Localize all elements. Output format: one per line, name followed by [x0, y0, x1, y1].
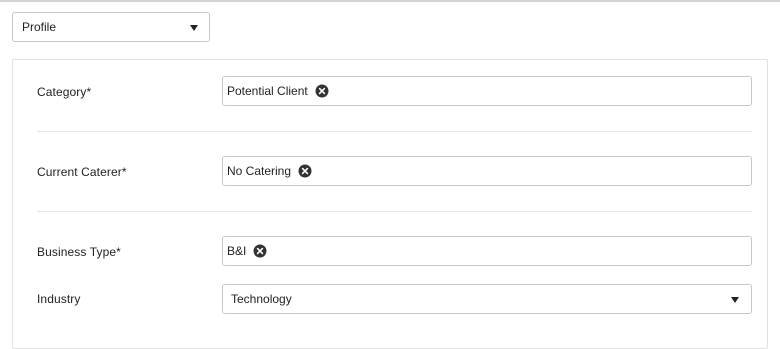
business-type-tag-label: B&I — [227, 244, 247, 258]
industry-dropdown[interactable]: Technology — [222, 284, 752, 314]
row-divider — [37, 131, 752, 132]
current-caterer-tag: No Catering — [227, 157, 312, 185]
chevron-down-icon — [731, 297, 739, 303]
remove-tag-icon[interactable] — [253, 244, 267, 258]
row-divider — [37, 211, 752, 212]
current-caterer-field[interactable]: No Catering — [222, 156, 752, 186]
business-type-tag: B&I — [227, 237, 267, 265]
business-type-field[interactable]: B&I — [222, 236, 752, 266]
top-divider — [0, 0, 780, 2]
section-dropdown[interactable]: Profile — [12, 12, 210, 42]
industry-label: Industry — [37, 292, 81, 306]
business-type-label: Business Type* — [37, 245, 121, 259]
section-dropdown-value: Profile — [22, 20, 57, 34]
category-tag: Potential Client — [227, 77, 329, 105]
category-label: Category* — [37, 85, 92, 99]
industry-dropdown-value: Technology — [231, 292, 292, 306]
current-caterer-tag-label: No Catering — [227, 164, 292, 178]
remove-tag-icon[interactable] — [315, 84, 329, 98]
chevron-down-icon — [190, 25, 198, 31]
category-field[interactable]: Potential Client — [222, 76, 752, 106]
current-caterer-label: Current Caterer* — [37, 165, 127, 179]
remove-tag-icon[interactable] — [298, 164, 312, 178]
category-tag-label: Potential Client — [227, 84, 308, 98]
